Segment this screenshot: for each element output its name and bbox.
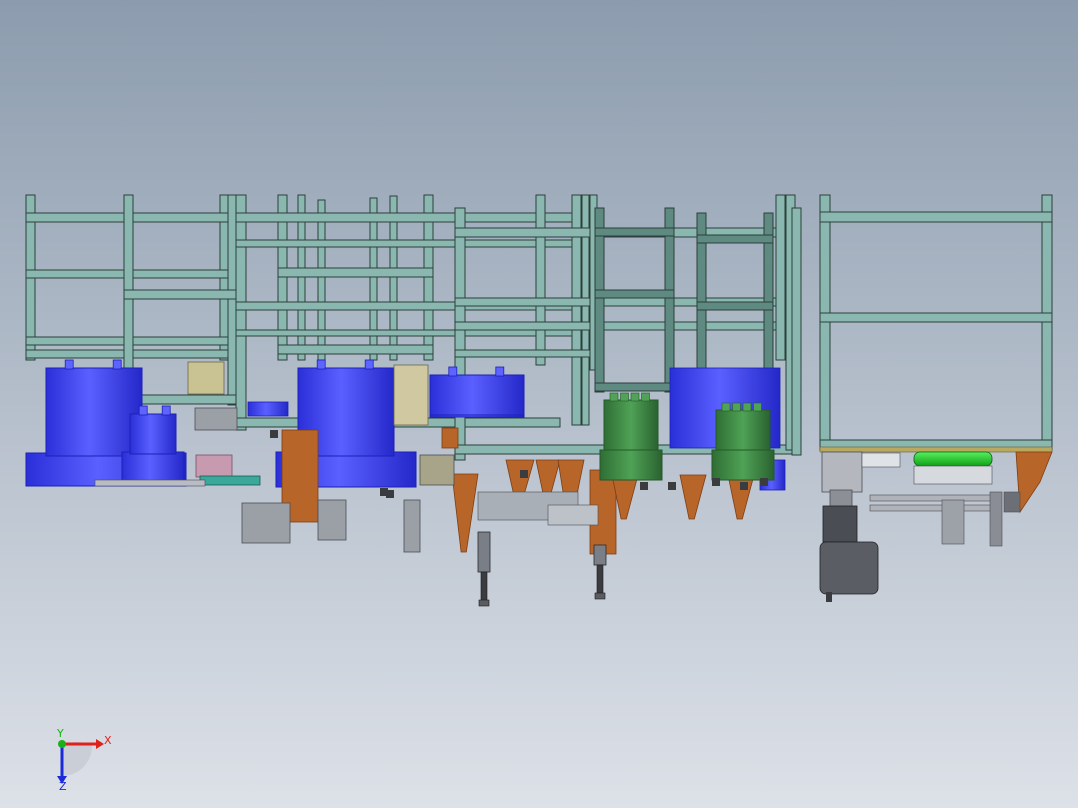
- servo-motor: [819, 541, 879, 595]
- cage-beam: [594, 382, 675, 392]
- green-motor-stud: [753, 402, 762, 412]
- gray-block-1: [194, 407, 238, 431]
- motor-stud: [112, 359, 122, 370]
- frame-beam: [277, 344, 434, 355]
- green-motor-stud: [630, 392, 640, 402]
- frame-post: [535, 194, 546, 366]
- guide-block: [547, 504, 599, 526]
- frame-beam: [819, 211, 1053, 223]
- green-motor-1: [599, 392, 663, 481]
- frame-post: [454, 207, 466, 461]
- pink-bracket: [195, 454, 233, 478]
- assembly-scene[interactable]: X Y Z: [0, 0, 1078, 808]
- small-blue-block: [247, 401, 289, 417]
- motor-stud: [161, 405, 171, 416]
- cylinder-rod: [480, 571, 488, 603]
- motor-stud: [138, 405, 148, 416]
- green-motor-stud: [721, 402, 731, 412]
- orange-bracket-2: [441, 427, 459, 449]
- fastener-detail: [740, 482, 748, 490]
- frame-post: [775, 194, 786, 361]
- base-rail: [94, 479, 206, 487]
- blue-motor-4: [429, 366, 525, 418]
- guide-rod-2: [869, 504, 1001, 512]
- green-motor-stud: [732, 402, 741, 412]
- x-axis-label: X: [104, 734, 112, 747]
- olive-panel-2: [393, 364, 429, 426]
- green-motor-2: [711, 402, 775, 481]
- motor-body: [45, 367, 143, 457]
- green-motor-stud: [742, 402, 752, 412]
- motor-stud: [448, 366, 458, 377]
- motor-stud: [316, 359, 326, 370]
- y-axis-label: Y: [56, 727, 64, 740]
- green-motor-stud: [620, 392, 629, 402]
- blue-motor-2: [121, 405, 185, 486]
- gripper-assembly-2: [317, 499, 347, 541]
- green-motor-stud: [609, 392, 619, 402]
- frame-post: [791, 207, 802, 456]
- frame-beam: [454, 321, 801, 331]
- frame-beam: [819, 312, 1053, 323]
- green-motor-stud: [641, 392, 650, 402]
- cylinder-body: [593, 544, 607, 566]
- right-cylinder: [989, 491, 1003, 547]
- frame-beam: [454, 349, 601, 358]
- right-end-block: [1003, 491, 1021, 513]
- olive-panel-1: [187, 361, 225, 395]
- gray-olive-block: [419, 454, 455, 486]
- motor-stud: [364, 359, 374, 370]
- fastener-detail: [668, 482, 676, 490]
- gripper-assembly-3: [403, 499, 421, 553]
- z-axis-label: Z: [59, 780, 67, 793]
- teal-plate: [199, 475, 261, 486]
- frame-beam: [235, 212, 581, 223]
- green-roller: [913, 451, 993, 467]
- silver-roller: [861, 452, 901, 468]
- frame-6-base-strip: [819, 446, 1053, 453]
- frame-post: [235, 194, 247, 431]
- motor-stud: [495, 366, 505, 377]
- motor-body: [429, 374, 525, 416]
- servo-shaft: [826, 592, 832, 602]
- frame-beam: [123, 289, 238, 300]
- fastener-detail: [270, 430, 278, 438]
- green-motor-base: [599, 449, 663, 481]
- cage-beam: [696, 301, 774, 311]
- guide-rod-1: [869, 494, 1001, 502]
- fastener-detail: [386, 490, 394, 498]
- motor-stud: [64, 359, 74, 370]
- fastener-detail: [712, 478, 720, 486]
- cylinder-tip: [478, 599, 490, 607]
- fastener-detail: [520, 470, 528, 478]
- green-motor-base: [711, 449, 775, 481]
- frame-beam: [235, 239, 581, 248]
- frame-beam: [277, 267, 434, 278]
- y-axis-dot: [58, 740, 66, 748]
- right-housing: [821, 451, 863, 493]
- cage-beam: [594, 227, 675, 237]
- roller-housing: [913, 465, 993, 485]
- right-slide-block: [941, 499, 965, 545]
- fastener-detail: [760, 478, 768, 486]
- cylinder-rod: [596, 564, 604, 596]
- cad-model-viewport[interactable]: X Y Z: [0, 0, 1078, 808]
- motor-body: [129, 413, 177, 455]
- fastener-detail: [640, 482, 648, 490]
- gearbox: [822, 505, 858, 543]
- cage-beam: [696, 234, 774, 244]
- cylinder-body: [477, 531, 491, 573]
- frame-beam: [235, 329, 581, 337]
- cage-beam: [594, 289, 675, 299]
- gripper-assembly-1: [241, 502, 291, 544]
- cylinder-tip: [594, 592, 606, 600]
